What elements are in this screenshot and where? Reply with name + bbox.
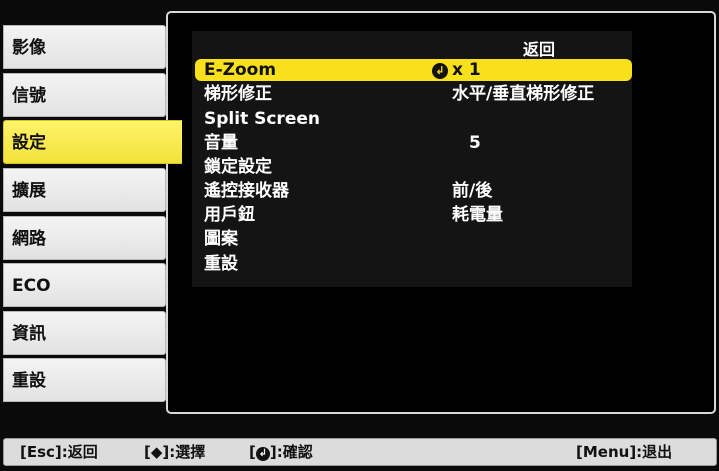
menu-item-remote-receiver[interactable]: 遙控接收器 — [204, 180, 289, 202]
menu-action: :退出 — [636, 443, 673, 461]
help-enter: [↲]:確認 — [249, 443, 313, 461]
enter-icon: ↲ — [255, 447, 270, 461]
menu-value-remote-receiver: 前/後 — [452, 181, 493, 201]
menu-value-user-button: 耗電量 — [452, 205, 503, 225]
help-esc: [Esc]:返回 — [20, 439, 98, 465]
esc-action: :返回 — [61, 443, 98, 461]
enter-icon: ↲ — [432, 63, 448, 79]
tab-extended[interactable]: 擴展 — [3, 168, 166, 212]
tab-network[interactable]: 網路 — [3, 216, 166, 260]
help-menu: [Menu]:退出 — [576, 439, 672, 465]
menu-value-ezoom: ↲ x 1 — [432, 59, 481, 81]
menu-item-pattern[interactable]: 圖案 — [204, 228, 238, 250]
menu-item-user-button[interactable]: 用戶鈕 — [204, 204, 255, 226]
enter-action: :確認 — [276, 443, 313, 461]
help-navigate: [◆]:選擇 — [144, 443, 206, 461]
navigate-action: :選擇 — [169, 443, 206, 461]
up-down-arrow-icon: ◆ — [150, 443, 163, 461]
menu-item-ezoom[interactable]: E-Zoom — [204, 59, 276, 81]
menu-item-keystone[interactable]: 梯形修正 — [204, 83, 272, 105]
back-button[interactable]: 返回 — [523, 36, 555, 60]
menu-value-volume: 5 — [469, 133, 481, 153]
tab-reset[interactable]: 重設 — [3, 358, 166, 402]
tab-settings[interactable]: 設定 — [3, 120, 182, 164]
tab-signal[interactable]: 信號 — [3, 73, 166, 117]
menu-item-lock-settings[interactable]: 鎖定設定 — [204, 156, 272, 178]
tab-eco[interactable]: ECO — [3, 263, 166, 307]
menu-key: [Menu] — [576, 443, 637, 461]
menu-value-keystone: 水平/垂直梯形修正 — [452, 84, 595, 104]
tab-info[interactable]: 資訊 — [3, 311, 166, 355]
menu-item-reset[interactable]: 重設 — [204, 253, 238, 275]
esc-key: [Esc] — [20, 443, 62, 461]
settings-panel: 返回 E-Zoom ↲ x 1 梯形修正 水平/垂直梯形修正 Split Scre… — [166, 11, 716, 414]
help-bar: [Esc]:返回 [◆]:選擇 [↲]:確認 [Menu]:退出 — [3, 438, 717, 466]
menu-item-volume[interactable]: 音量 — [204, 132, 238, 154]
menu-item-split-screen[interactable]: Split Screen — [204, 108, 320, 130]
category-tabs: 影像 信號 設定 擴展 網路 ECO 資訊 重設 — [0, 0, 182, 471]
tab-image[interactable]: 影像 — [3, 25, 166, 69]
